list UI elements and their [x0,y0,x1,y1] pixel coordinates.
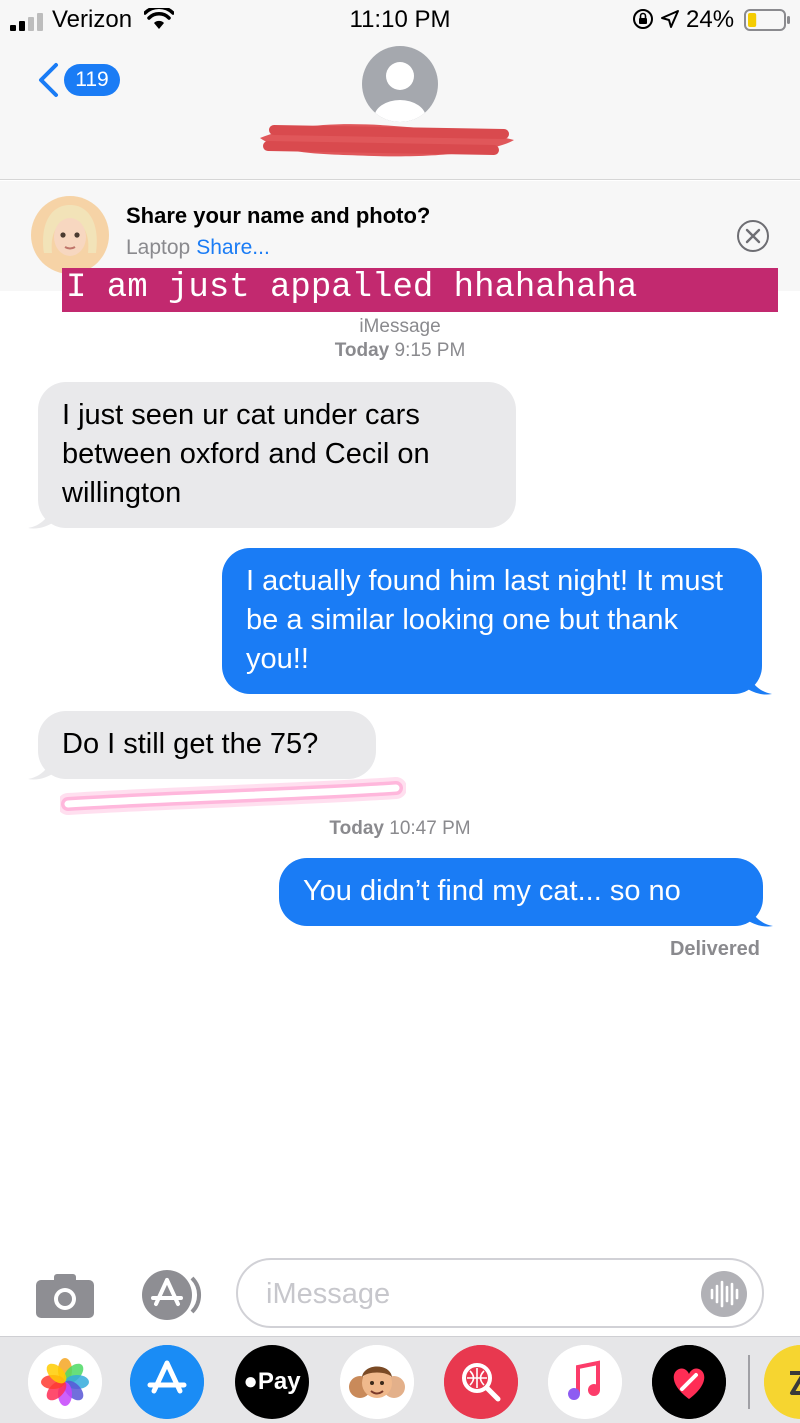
app-drawer: ●Pay [0,1336,800,1423]
chevron-left-icon [39,63,58,97]
drawer-divider [748,1355,750,1409]
incoming-message[interactable]: I just seen ur cat under cars between ox… [38,382,516,528]
app-store-icon[interactable] [134,1266,206,1324]
timestamp-time: 10:47 PM [389,818,471,839]
timestamp: Today 9:15 PM [0,340,800,362]
bubble-tail [28,759,54,780]
incoming-message[interactable]: Do I still get the 75? [38,711,376,779]
conversation-header: 119 [0,40,800,180]
memoji-avatar [31,196,109,274]
rotation-lock-icon [633,9,653,29]
bubble-tail [747,906,773,927]
apple-pay-icon[interactable]: ●Pay [235,1345,309,1419]
timestamp-time: 9:15 PM [394,340,466,361]
share-link[interactable]: Share... [196,236,270,259]
status-bar: Verizon 11:10 PM 24% [0,0,800,40]
message-input[interactable]: iMessage [236,1258,764,1328]
audio-message-icon[interactable] [700,1270,748,1318]
app-store-icon[interactable] [130,1345,204,1419]
battery-percent: 24% [686,6,735,33]
service-label: iMessage [359,316,441,337]
overlay-caption: I am just appalled hhahahaha [62,268,778,312]
bubble-tail [746,674,772,695]
status-time: 11:10 PM [349,6,451,33]
neon-underline-sticker [60,777,406,815]
share-device-label: Laptop [126,236,191,259]
apple-pay-label: Pay [257,1368,301,1395]
memoji-icon[interactable] [340,1345,414,1419]
apple-logo-icon: ● [243,1368,258,1395]
sticker-app-icon[interactable] [764,1345,800,1419]
unread-count-badge: 119 [64,64,120,96]
back-button[interactable]: 119 [36,60,136,100]
close-icon[interactable] [736,219,770,253]
outgoing-message[interactable]: I actually found him last night! It must… [222,548,762,694]
timestamp-day: Today [334,340,390,361]
camera-icon[interactable] [34,1272,96,1320]
web-image-search-icon[interactable] [444,1345,518,1419]
location-icon [661,10,679,28]
photos-app-icon[interactable] [28,1345,102,1419]
delivery-status: Delivered [669,938,760,960]
message-input-placeholder: iMessage [266,1278,391,1310]
contact-name-redaction [260,124,514,157]
timestamp: Today 10:47 PM [0,818,800,840]
bubble-tail [28,508,54,529]
outgoing-message[interactable]: You didn’t find my cat... so no [279,858,763,926]
share-banner-subtitle: Laptop Share... [126,236,270,260]
music-app-icon[interactable] [548,1345,622,1419]
share-banner-title: Share your name and photo? [126,203,431,228]
timestamp-day: Today [329,818,384,839]
digital-touch-icon[interactable] [652,1345,726,1419]
battery-icon [744,9,790,31]
